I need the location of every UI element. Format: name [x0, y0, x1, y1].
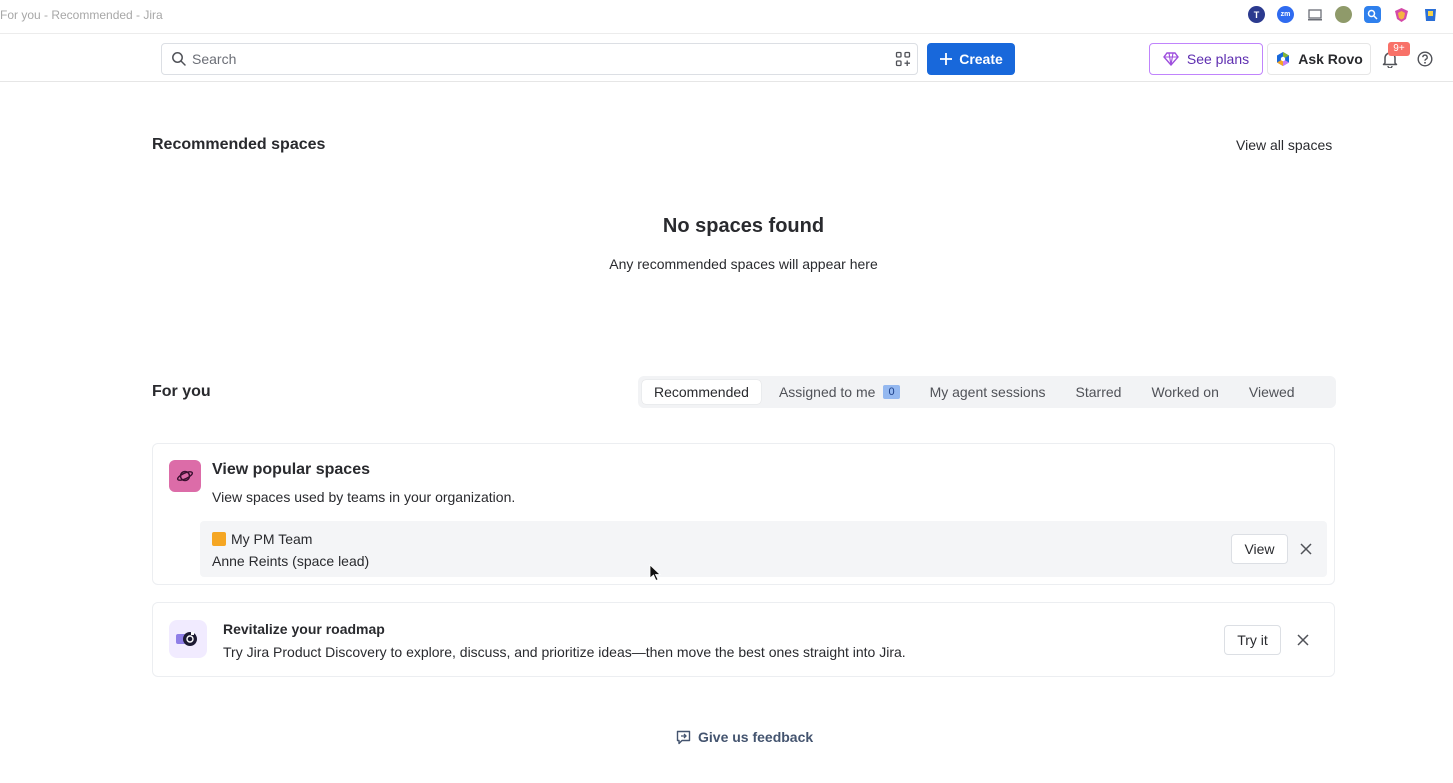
search-input[interactable] — [192, 48, 872, 70]
tab-assigned-to-me[interactable]: Assigned to me 0 — [767, 380, 912, 404]
view-all-spaces-link[interactable]: View all spaces — [1236, 137, 1332, 153]
product-discovery-icon — [169, 620, 207, 658]
extension-toolbar: T zm — [1248, 6, 1439, 23]
extension-screen-icon[interactable] — [1306, 6, 1323, 23]
assigned-count-badge: 0 — [883, 385, 900, 399]
dismiss-roadmap-button[interactable] — [1293, 630, 1313, 650]
ask-rovo-label: Ask Rovo — [1298, 51, 1363, 67]
create-button-label: Create — [959, 51, 1003, 67]
ask-rovo-button[interactable]: Ask Rovo — [1267, 43, 1371, 75]
tab-my-agent-sessions[interactable]: My agent sessions — [918, 380, 1058, 404]
app-switcher-icon[interactable] — [895, 51, 911, 67]
notification-count-badge: 9+ — [1388, 42, 1410, 56]
mouse-cursor-icon — [649, 564, 661, 582]
search-box[interactable] — [161, 43, 918, 75]
roadmap-card: Revitalize your roadmap Try Jira Product… — [152, 602, 1335, 677]
try-it-button[interactable]: Try it — [1224, 625, 1281, 655]
space-lead: Anne Reints (space lead) — [212, 553, 370, 569]
tab-starred[interactable]: Starred — [1064, 380, 1134, 404]
extension-search-icon[interactable] — [1364, 6, 1381, 23]
recommended-spaces-heading: Recommended spaces — [152, 136, 326, 153]
extension-shield-icon[interactable] — [1393, 6, 1410, 23]
empty-state-title: No spaces found — [662, 215, 825, 237]
planet-icon — [169, 460, 201, 492]
search-icon — [172, 52, 186, 66]
see-plans-label: See plans — [1186, 51, 1250, 67]
tab-worked-on[interactable]: Worked on — [1139, 380, 1230, 404]
empty-state-subtitle: Any recommended spaces will appear here — [609, 256, 878, 272]
close-icon — [1297, 634, 1309, 646]
extension-bucket-icon[interactable] — [1422, 6, 1439, 23]
for-you-tabs: Recommended Assigned to me 0 My agent ses… — [638, 376, 1336, 408]
see-plans-button[interactable]: See plans — [1149, 43, 1263, 75]
for-you-heading: For you — [152, 383, 211, 400]
feedback-icon — [676, 730, 691, 744]
list-item[interactable]: My PM Team Anne Reints (space lead) View — [200, 521, 1327, 577]
create-button[interactable]: Create — [927, 43, 1015, 75]
tab-recommended[interactable]: Recommended — [642, 380, 761, 404]
top-navigation: Create See plans Ask Rovo 9+ — [0, 34, 1453, 82]
browser-titlebar: For you - Recommended - Jira T zm — [0, 0, 1453, 34]
extension-t-icon[interactable]: T — [1248, 6, 1265, 23]
rovo-icon — [1277, 52, 1290, 66]
space-name: My PM Team — [231, 531, 313, 547]
plus-icon — [940, 53, 953, 65]
diamond-icon — [1162, 52, 1179, 66]
popular-spaces-card: View popular spaces View spaces used by … — [152, 443, 1335, 585]
dismiss-space-button[interactable] — [1296, 539, 1316, 559]
extension-zm-icon[interactable]: zm — [1277, 6, 1294, 23]
give-feedback-label: Give us feedback — [698, 729, 814, 745]
give-feedback-link[interactable]: Give us feedback — [676, 729, 813, 745]
popular-spaces-description: View spaces used by teams in your organi… — [212, 489, 516, 505]
view-space-button[interactable]: View — [1231, 534, 1288, 564]
roadmap-description: Try Jira Product Discovery to explore, d… — [223, 644, 906, 660]
help-icon[interactable] — [1417, 51, 1433, 67]
popular-spaces-title: View popular spaces — [212, 461, 370, 478]
window-title: For you - Recommended - Jira — [0, 8, 163, 22]
roadmap-title: Revitalize your roadmap — [223, 621, 385, 637]
extension-globe-icon[interactable] — [1335, 6, 1352, 23]
tab-viewed[interactable]: Viewed — [1237, 380, 1307, 404]
space-avatar-icon — [212, 532, 226, 546]
close-icon — [1300, 543, 1312, 555]
